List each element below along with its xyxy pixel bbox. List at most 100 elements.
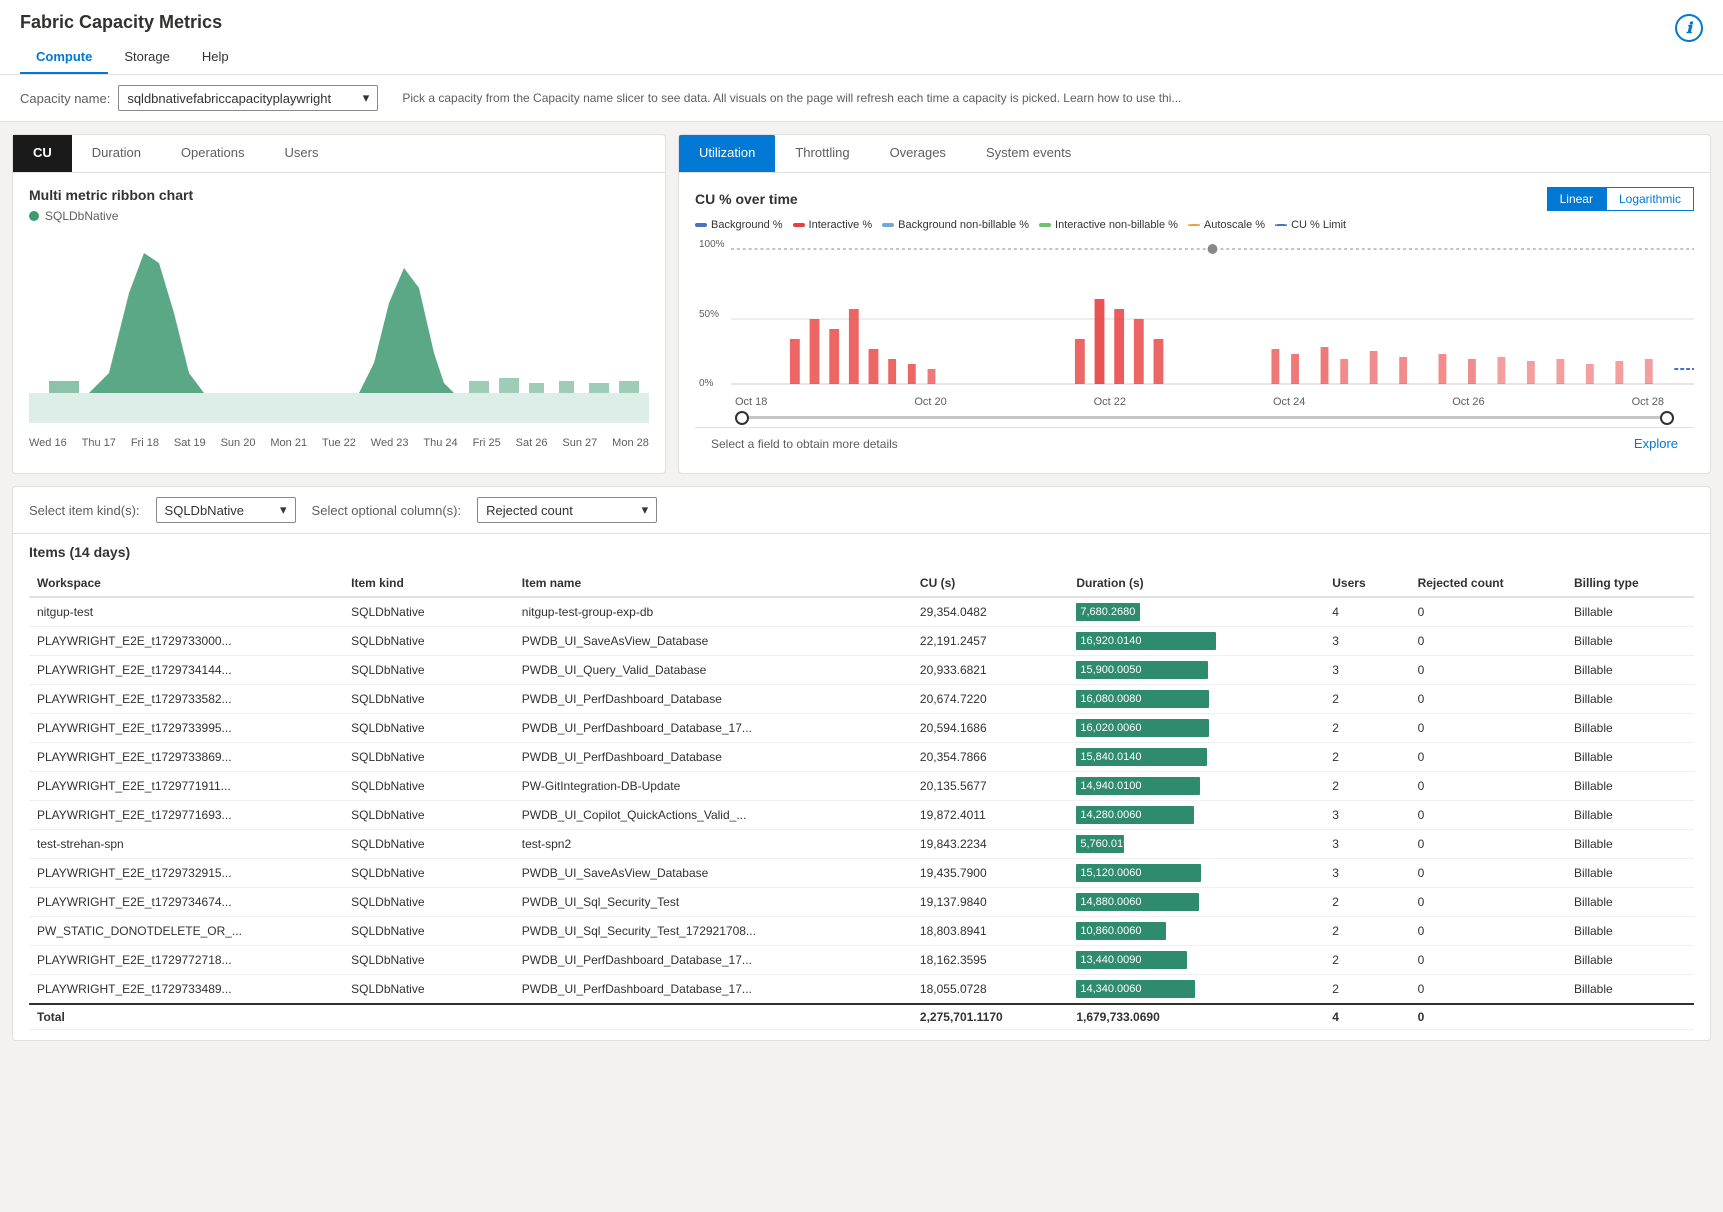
cell-duration-s: 16,920.0140 [1068, 627, 1324, 656]
tab-utilization[interactable]: Utilization [679, 135, 775, 172]
cell-item-kind: SQLDbNative [343, 714, 514, 743]
metric-tabs: CU Duration Operations Users [13, 135, 665, 173]
info-icon[interactable]: ℹ [1675, 14, 1703, 42]
tab-overages[interactable]: Overages [870, 135, 966, 172]
ribbon-chart-svg [29, 233, 649, 433]
slider-thumb-right[interactable] [1660, 411, 1674, 425]
scale-linear-btn[interactable]: Linear [1547, 187, 1606, 211]
cell-rejected: 0 [1410, 772, 1566, 801]
x-label-2: Fri 18 [131, 437, 159, 449]
cell-billing: Billable [1566, 656, 1694, 685]
x-label-3: Sat 19 [174, 437, 206, 449]
cell-duration-s: 14,280.0060 [1068, 801, 1324, 830]
nav-compute[interactable]: Compute [20, 41, 108, 74]
duration-bar-text: 16,920.0140 [1080, 635, 1141, 647]
explore-link[interactable]: Explore [1634, 436, 1678, 451]
filter-item-kind-select[interactable]: SQLDbNative ▾ [156, 497, 296, 523]
tab-duration[interactable]: Duration [72, 135, 161, 172]
cell-duration-s: 15,840.0140 [1068, 743, 1324, 772]
cell-billing: Billable [1566, 685, 1694, 714]
col-workspace[interactable]: Workspace [29, 570, 343, 597]
range-slider[interactable] [695, 408, 1694, 427]
duration-bar-text: 14,880.0060 [1080, 896, 1141, 908]
cell-billing: Billable [1566, 772, 1694, 801]
capacity-label: Capacity name: [20, 91, 110, 106]
col-duration-s[interactable]: Duration (s) [1068, 570, 1324, 597]
cell-rejected: 0 [1410, 917, 1566, 946]
util-tabs: Utilization Throttling Overages System e… [679, 135, 1710, 173]
cell-cu-s: 18,055.0728 [912, 975, 1068, 1005]
tab-throttling[interactable]: Throttling [775, 135, 869, 172]
col-users[interactable]: Users [1324, 570, 1409, 597]
cell-rejected: 0 [1410, 975, 1566, 1005]
x-label-6: Tue 22 [322, 437, 356, 449]
cell-item-kind: SQLDbNative [343, 859, 514, 888]
cell-billing: Billable [1566, 714, 1694, 743]
filter-optional-col-select[interactable]: Rejected count ▾ [477, 497, 657, 523]
cell-users: 3 [1324, 830, 1409, 859]
cell-workspace: PLAYWRIGHT_E2E_t1729733995... [29, 714, 343, 743]
cell-item-name: PWDB_UI_Query_Valid_Database [514, 656, 912, 685]
x-util-0: Oct 18 [735, 396, 767, 408]
scale-log-btn[interactable]: Logarithmic [1606, 187, 1694, 211]
table-row: PLAYWRIGHT_E2E_t1729734144... SQLDbNativ… [29, 656, 1694, 685]
cell-users: 2 [1324, 917, 1409, 946]
tab-operations[interactable]: Operations [161, 135, 265, 172]
right-panel: Utilization Throttling Overages System e… [678, 134, 1711, 474]
nav-storage[interactable]: Storage [108, 41, 186, 74]
x-axis-labels: Wed 16 Thu 17 Fri 18 Sat 19 Sun 20 Mon 2… [29, 433, 649, 449]
cell-users: 4 [1324, 597, 1409, 627]
col-rejected[interactable]: Rejected count [1410, 570, 1566, 597]
table-section: Items (14 days) Workspace Item kind Item… [13, 534, 1710, 1040]
legend-bg-nonbillable-color [882, 223, 894, 227]
cell-cu-s: 22,191.2457 [912, 627, 1068, 656]
cell-cu-s: 29,354.0482 [912, 597, 1068, 627]
cell-duration-s: 16,080.0080 [1068, 685, 1324, 714]
slider-thumb-left[interactable] [735, 411, 749, 425]
table-row: PLAYWRIGHT_E2E_t1729733489... SQLDbNativ… [29, 975, 1694, 1005]
x-label-0: Wed 16 [29, 437, 67, 449]
legend-bg-nonbillable-label: Background non-billable % [898, 219, 1029, 231]
col-cu-s[interactable]: CU (s) [912, 570, 1068, 597]
explore-row: Select a field to obtain more details Ex… [695, 427, 1694, 459]
chart-area: Multi metric ribbon chart SQLDbNative [13, 173, 665, 463]
tab-cu[interactable]: CU [13, 135, 72, 172]
col-item-kind[interactable]: Item kind [343, 570, 514, 597]
cell-item-name: PWDB_UI_SaveAsView_Database [514, 627, 912, 656]
col-billing[interactable]: Billing type [1566, 570, 1694, 597]
x-util-1: Oct 20 [914, 396, 946, 408]
tab-users[interactable]: Users [265, 135, 339, 172]
chart-legend-util: Background % Interactive % Background no… [695, 219, 1694, 231]
cell-workspace: PLAYWRIGHT_E2E_t1729733489... [29, 975, 343, 1005]
total-label: Total [29, 1004, 343, 1030]
cell-workspace: PLAYWRIGHT_E2E_t1729734674... [29, 888, 343, 917]
cell-workspace: PLAYWRIGHT_E2E_t1729771911... [29, 772, 343, 801]
cell-item-kind: SQLDbNative [343, 685, 514, 714]
total-billing-blank [1566, 1004, 1694, 1030]
table-row: PLAYWRIGHT_E2E_t1729771911... SQLDbNativ… [29, 772, 1694, 801]
cell-cu-s: 20,674.7220 [912, 685, 1068, 714]
col-item-name[interactable]: Item name [514, 570, 912, 597]
cell-rejected: 0 [1410, 597, 1566, 627]
legend-interactive-label: Interactive % [809, 219, 873, 231]
cell-cu-s: 20,354.7866 [912, 743, 1068, 772]
cell-cu-s: 20,594.1686 [912, 714, 1068, 743]
filter-row: Select item kind(s): SQLDbNative ▾ Selec… [13, 487, 1710, 534]
cell-item-kind: SQLDbNative [343, 801, 514, 830]
slider-track[interactable] [735, 416, 1674, 419]
legend-dot [29, 211, 39, 221]
cell-rejected: 0 [1410, 656, 1566, 685]
util-x-labels: Oct 18 Oct 20 Oct 22 Oct 24 Oct 26 Oct 2… [695, 392, 1694, 408]
table-total-row: Total 2,275,701.1170 1,679,733.0690 4 0 [29, 1004, 1694, 1030]
cell-users: 3 [1324, 627, 1409, 656]
tab-system-events[interactable]: System events [966, 135, 1091, 172]
cell-workspace: test-strehan-spn [29, 830, 343, 859]
nav-help[interactable]: Help [186, 41, 245, 74]
total-blank-1 [343, 1004, 514, 1030]
cell-rejected: 0 [1410, 627, 1566, 656]
capacity-select[interactable]: sqldbnativefabriccapacityplaywright ▾ [118, 85, 378, 111]
util-y-labels: 100% 50% 0% [695, 239, 731, 389]
x-label-9: Fri 25 [473, 437, 501, 449]
cell-users: 2 [1324, 743, 1409, 772]
table-row: PLAYWRIGHT_E2E_t1729734674... SQLDbNativ… [29, 888, 1694, 917]
